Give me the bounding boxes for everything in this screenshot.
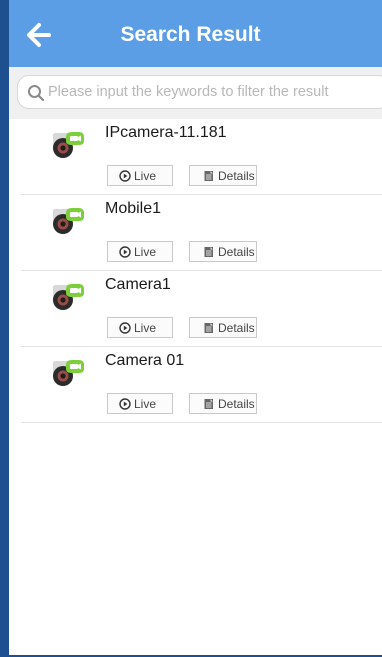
details-label: Details [218,168,255,183]
live-button[interactable]: Live [107,393,173,414]
camera-icon [53,284,84,310]
device-list: IPcamera-11.181 Live Details Mobile1 Liv… [9,119,382,423]
camera-icon [53,132,84,158]
details-button[interactable]: Details [189,165,257,186]
device-row[interactable]: Camera1 Live Details [21,271,382,347]
device-row[interactable]: Camera 01 Live Details [21,347,382,423]
search-bar [9,67,382,119]
live-label: Live [134,320,157,335]
live-label: Live [134,396,157,411]
document-icon [204,398,213,409]
play-circle-icon [119,169,131,182]
live-label: Live [134,168,157,183]
device-name: Camera1 [105,276,171,293]
details-button[interactable]: Details [189,393,257,414]
document-icon [204,322,213,333]
details-button[interactable]: Details [189,317,257,338]
search-input[interactable] [48,76,382,108]
live-label: Live [134,244,157,259]
header-bar: Search Result [9,0,382,67]
camera-icon [53,208,84,234]
document-icon [204,246,213,257]
page-title: Search Result [120,23,261,46]
camera-icon [53,360,84,386]
device-name: Camera 01 [105,352,185,369]
details-label: Details [218,396,255,411]
details-label: Details [218,320,255,335]
play-circle-icon [119,321,131,334]
app-window: Search Result IPcamera-11.181 [0,0,382,657]
device-row[interactable]: IPcamera-11.181 Live Details [21,119,382,195]
details-label: Details [218,244,255,259]
live-button[interactable]: Live [107,241,173,262]
device-row[interactable]: Mobile1 Live Details [21,195,382,271]
search-icon [28,85,45,102]
device-name: IPcamera-11.181 [105,124,227,141]
document-icon [204,170,213,181]
live-button[interactable]: Live [107,317,173,338]
live-button[interactable]: Live [107,165,173,186]
play-circle-icon [119,397,131,410]
play-circle-icon [119,245,131,258]
device-name: Mobile1 [105,200,162,217]
search-box[interactable] [17,75,382,109]
details-button[interactable]: Details [189,241,257,262]
